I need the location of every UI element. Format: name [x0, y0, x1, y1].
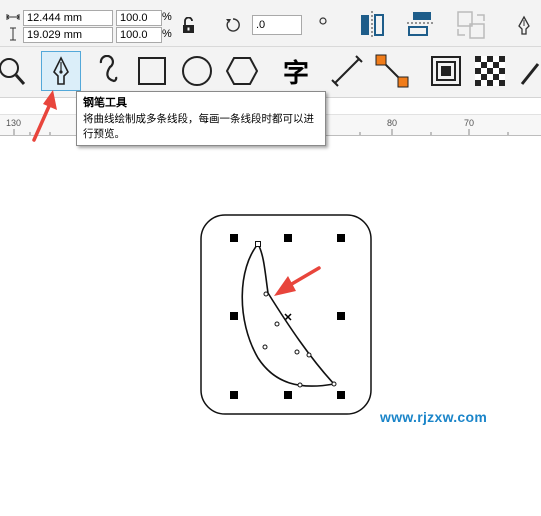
curve-nodes[interactable]	[255, 241, 337, 388]
tooltip-description: 将曲线绘制成多条线段，每画一条线段时都可以进行预览。	[83, 113, 314, 140]
drawn-curve[interactable]	[241, 242, 336, 387]
pointer-arrow-curve	[274, 266, 321, 296]
tooltip-title: 钢笔工具	[83, 96, 127, 109]
center-marker	[284, 313, 292, 321]
pointer-arrow-tool	[32, 90, 57, 142]
watermark: www.rjzxw.com	[380, 409, 488, 425]
canvas-overlay	[32, 90, 372, 415]
pen-tool-tooltip: 钢笔工具 将曲线绘制成多条线段，每画一条线段时都可以进行预览。	[76, 91, 326, 146]
